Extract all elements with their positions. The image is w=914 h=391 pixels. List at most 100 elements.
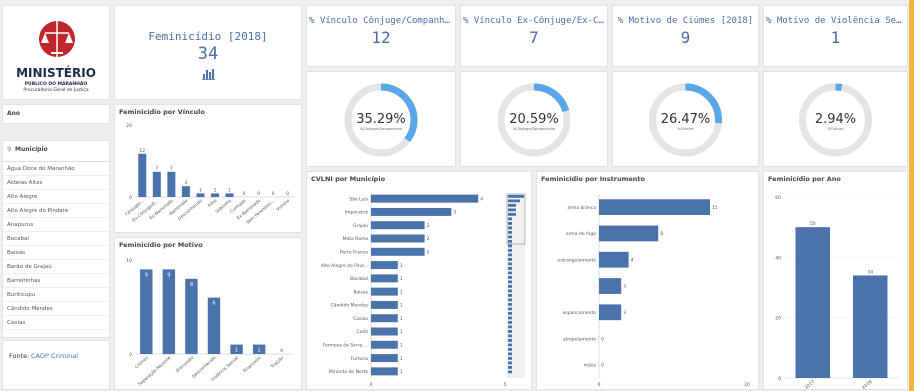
ano-filter[interactable]: Ano [2, 104, 110, 124]
municipio-list-item[interactable]: Caxias [3, 316, 109, 330]
y-tick-label: 20 [775, 316, 781, 322]
scrollbar-mini-bar [508, 231, 512, 234]
data-label: 1 [228, 187, 231, 193]
category-label: Fortuna [351, 356, 368, 362]
data-label: 0 [243, 191, 246, 197]
data-label: 0 [257, 191, 260, 197]
scrollbar-mini-bar [508, 307, 512, 311]
scrollbar-mini-bar [508, 235, 512, 239]
municipio-list-item[interactable]: Aldeias Altas [3, 176, 109, 190]
bar [371, 314, 398, 323]
data-label: 0 [601, 336, 604, 342]
scrollbar-mini-bar [508, 222, 512, 225]
gauge-svg: 2.94%%Ciúmes [799, 83, 872, 157]
gauge-subtitle: %Ciúmes [827, 127, 844, 131]
scrollbar-mini-bar [508, 199, 520, 203]
kpi-conjuge: % Vínculo Cônjuge/Companheir... 12 [306, 5, 456, 67]
municipio-list-item[interactable]: Buriticupu [3, 288, 109, 302]
category-label: Bacabal [350, 276, 368, 282]
municipio-list-item[interactable]: Anapurus [3, 218, 109, 232]
scrollbar-mini-bar [508, 276, 512, 279]
municipio-list-item[interactable]: Cândido Mendes [3, 302, 109, 316]
bar [371, 261, 398, 270]
bar [371, 234, 425, 243]
municipio-list-item[interactable]: Alto Alegre do Pindaré [3, 204, 109, 218]
scrollbar-mini-bar [508, 244, 512, 248]
scrollbar[interactable] [506, 193, 526, 378]
municipio-filter-label: Município [15, 146, 48, 153]
gauge-value: 2.94% [815, 112, 856, 127]
bar [371, 194, 479, 203]
kpi-title: % Vínculo Ex-Cônjuge/Ex-Comp... [463, 16, 607, 26]
logo-panel: MINISTÉRIO PÚBLICO DO MARANHÃO Procurado… [2, 5, 110, 100]
municipio-list-item[interactable]: Alto Alegre [3, 190, 109, 204]
bar [599, 304, 622, 321]
bar [140, 269, 153, 354]
municipio-list-item[interactable]: Barão de Grajaú [3, 260, 109, 274]
category-label: 2018 [861, 379, 874, 389]
data-label: 1 [400, 329, 403, 335]
bar [599, 251, 629, 268]
y-tick-label: 60 [775, 195, 781, 201]
data-label: 4 [480, 196, 483, 202]
data-label: 1 [400, 263, 403, 269]
chart-svg: 0 20 arma branca 15 arma de fogo 8 estrangulam… [557, 194, 750, 388]
scrollbar-mini-bar [508, 285, 512, 288]
bar [371, 247, 425, 256]
kpi-title: % Motivo de Ciúmes [2018] [617, 16, 754, 26]
scrollbar-mini-bar [508, 334, 512, 338]
gauge-violencia-sexual: 2.94% %Ciúmes [763, 71, 908, 167]
data-label: 3 [623, 310, 626, 316]
source-panel: Fonte: CAOP Criminal [2, 340, 110, 390]
category-label: 2017 [803, 379, 816, 389]
scrollbar-mini-bar [508, 267, 512, 270]
bar-chart-icon[interactable] [202, 68, 216, 80]
scrollbar-mini-bar [508, 330, 512, 333]
scrollbar-mini-bar [508, 325, 512, 329]
kpi-value: 12 [371, 28, 391, 47]
bar [371, 367, 398, 376]
bar [185, 278, 198, 354]
data-label: 8 [660, 231, 663, 237]
data-label: 7 [170, 166, 173, 172]
municipio-list-item[interactable]: Bacabal [3, 232, 109, 246]
scrollbar-mini-bar [508, 280, 512, 284]
chart-municipio-panel: CVLNI por Município 0 5 São Luís 4 Imperatri… [306, 171, 532, 390]
scrollbar-mini-bar [508, 321, 512, 324]
data-label: 2 [427, 223, 430, 229]
municipio-list-item[interactable]: Baixas [3, 246, 109, 260]
category-label: mãos [584, 363, 597, 369]
x-tick-label: 0 [598, 382, 601, 388]
data-label: 2 [427, 236, 430, 242]
scrollbar-mini-bar [508, 213, 516, 216]
municipio-list-item[interactable]: Água Doce do Maranhão [3, 162, 109, 176]
category-label: Traição [269, 355, 285, 371]
municipio-list-item[interactable]: Barreirinhas [3, 274, 109, 288]
bar [371, 274, 398, 283]
y-tick-label: 20 [126, 123, 132, 129]
data-label: 1 [214, 187, 217, 193]
category-label: Vizinho [275, 198, 291, 213]
scrollbar-mini-bar [508, 226, 512, 230]
category-label: Formosa da Serra ... [323, 342, 368, 348]
category-label: Imperatriz [345, 210, 369, 216]
source-value: CAOP Criminal [31, 352, 79, 360]
scrollbar-mini-bar [508, 262, 512, 266]
data-label: 15 [712, 205, 718, 211]
scrollbar-mini-bar [508, 312, 512, 315]
scrollbar-mini-bar [508, 204, 516, 207]
kpi-violencia-sexual: % Motivo de Violência Sexual [2... 1 [763, 5, 908, 67]
scrollbar-mini-bar [508, 316, 512, 320]
bar [371, 327, 398, 336]
data-label: 1 [199, 187, 202, 193]
data-label: 0 [280, 348, 283, 354]
kpi-feminicidio: Feminicídio [2018] 34 [114, 5, 302, 100]
bar [225, 193, 234, 197]
data-label: 0 [601, 363, 604, 369]
gauge-value: 26.47% [661, 112, 711, 127]
municipio-filter[interactable]: ⚲ Município Água Doce do Maranhão Aldeias… [2, 140, 110, 338]
category-label: Discussão [175, 355, 195, 374]
x-tick-label: 5 [504, 382, 507, 388]
y-tick-label: 0 [778, 376, 781, 382]
kpi-value: 34 [197, 44, 219, 64]
